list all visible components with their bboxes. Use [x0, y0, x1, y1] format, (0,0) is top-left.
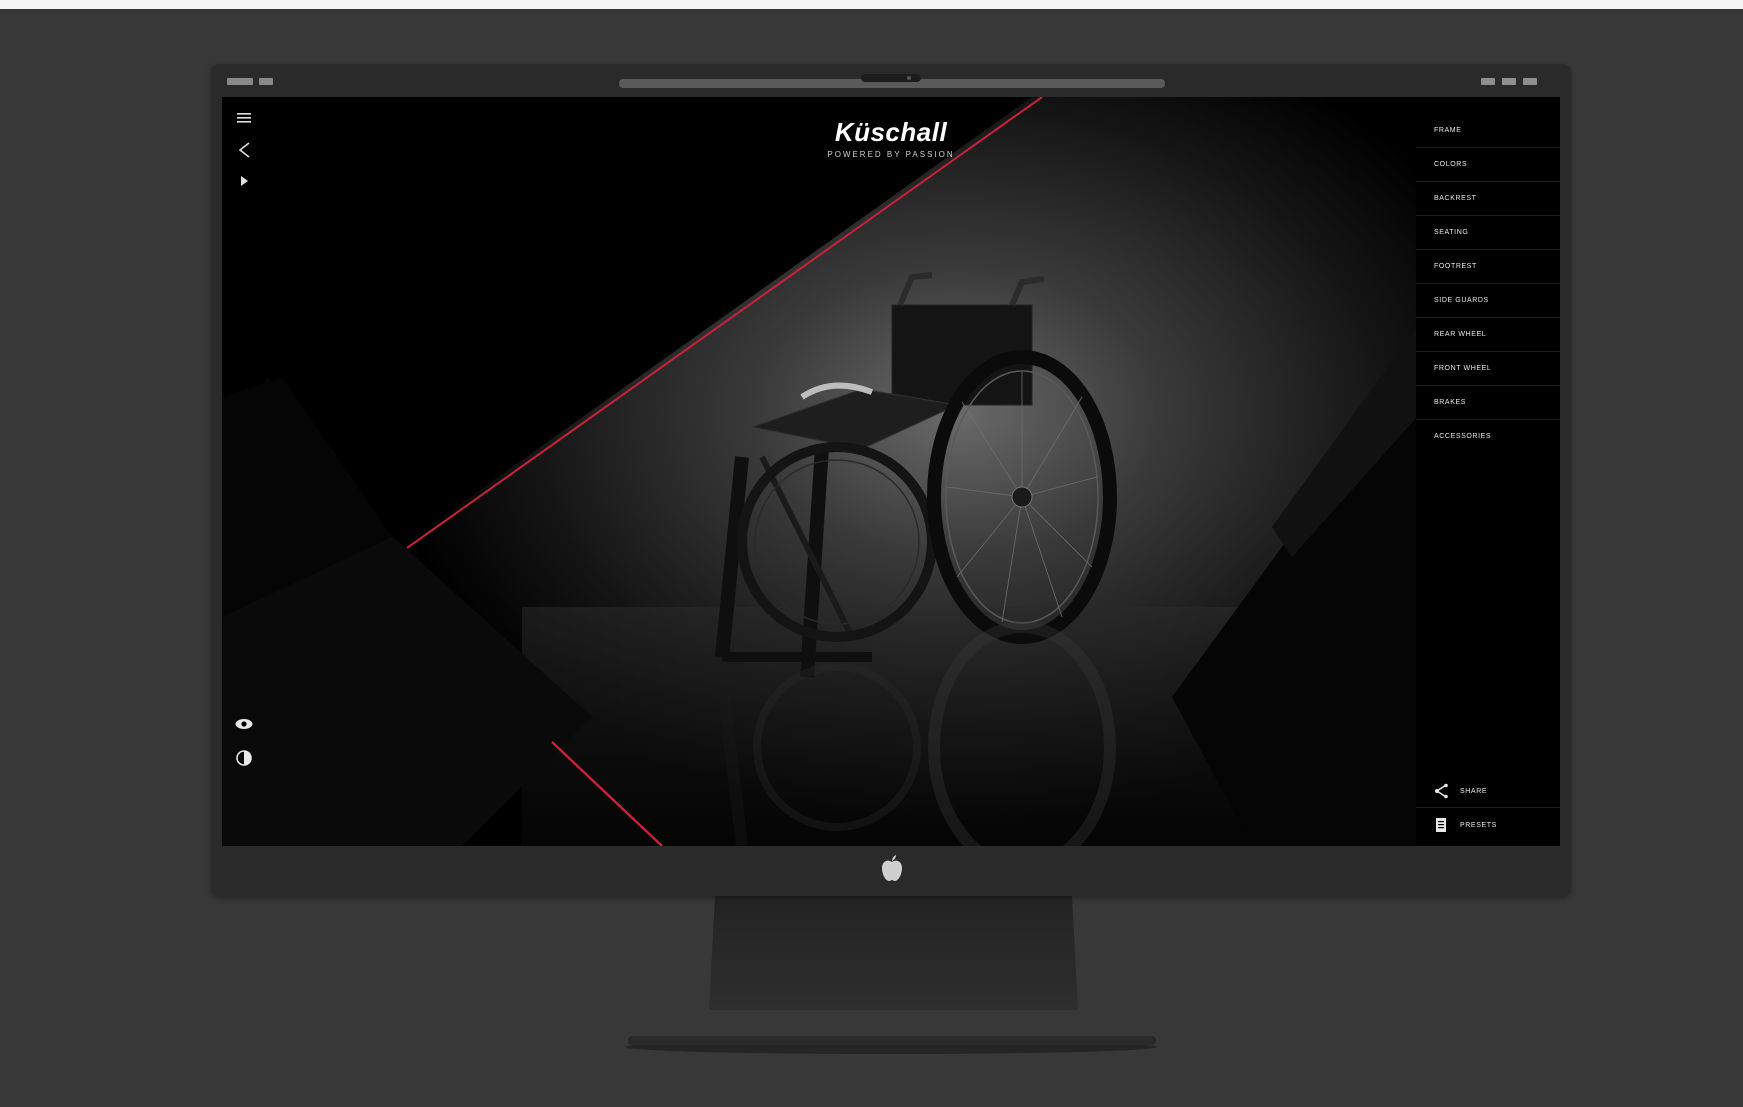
camera-notch — [861, 74, 921, 82]
menu-item-accessories[interactable]: ACCESSORIES — [1416, 420, 1560, 454]
monitor: Küschall POWERED BY PASSION FRAME COLORS… — [211, 64, 1571, 896]
maximize-icon[interactable] — [1502, 78, 1516, 85]
menu-item-rear-wheel[interactable]: REAR WHEEL — [1416, 318, 1560, 352]
brand-header: Küschall POWERED BY PASSION — [222, 117, 1560, 159]
menu-item-front-wheel[interactable]: FRONT WHEEL — [1416, 352, 1560, 386]
back-icon[interactable] — [233, 139, 255, 161]
menu-item-label: SEATING — [1434, 229, 1469, 236]
configuration-sidebar: FRAME COLORS BACKREST SEATING FOOTREST S… — [1416, 97, 1560, 846]
menu-item-frame[interactable]: FRAME — [1416, 114, 1560, 148]
camera-lens — [907, 76, 911, 80]
menu-item-label: COLORS — [1434, 161, 1468, 168]
close-icon[interactable] — [1523, 78, 1537, 85]
presets-button[interactable]: PRESETS — [1416, 808, 1560, 842]
app-screen: Küschall POWERED BY PASSION FRAME COLORS… — [222, 97, 1560, 846]
menu-item-label: SIDE GUARDS — [1434, 297, 1489, 304]
clock-indicator — [227, 78, 253, 85]
menu-item-label: BACKREST — [1434, 195, 1477, 202]
menu-item-colors[interactable]: COLORS — [1416, 148, 1560, 182]
apple-logo — [882, 855, 902, 881]
share-button[interactable]: SHARE — [1416, 774, 1560, 808]
share-label: SHARE — [1460, 788, 1488, 795]
menu-icon[interactable] — [233, 107, 255, 129]
menu-item-label: FRONT WHEEL — [1434, 365, 1492, 372]
menu-item-backrest[interactable]: BACKREST — [1416, 182, 1560, 216]
menu-item-label: FOOTREST — [1434, 263, 1477, 270]
menu-item-label: ACCESSORIES — [1434, 433, 1492, 440]
contrast-icon[interactable] — [233, 747, 255, 769]
share-icon — [1435, 783, 1448, 799]
presets-icon — [1436, 818, 1446, 832]
presets-label: PRESETS — [1460, 822, 1497, 829]
play-icon[interactable] — [233, 170, 255, 192]
menu-item-label: FRAME — [1434, 127, 1462, 134]
menu-item-side-guards[interactable]: SIDE GUARDS — [1416, 284, 1560, 318]
battery-indicator — [259, 78, 273, 85]
minimize-icon[interactable] — [1481, 78, 1495, 85]
menu-item-seating[interactable]: SEATING — [1416, 216, 1560, 250]
brand-tagline: POWERED BY PASSION — [827, 150, 955, 159]
eye-icon[interactable] — [233, 713, 255, 735]
brand-logo[interactable]: Küschall — [835, 117, 947, 148]
browser-top-bar — [211, 64, 1571, 96]
menu-item-label: REAR WHEEL — [1434, 331, 1487, 338]
product-scene — [222, 97, 1560, 846]
menu-item-footrest[interactable]: FOOTREST — [1416, 250, 1560, 284]
menu-item-brakes[interactable]: BRAKES — [1416, 386, 1560, 420]
menu-item-label: BRAKES — [1434, 399, 1466, 406]
